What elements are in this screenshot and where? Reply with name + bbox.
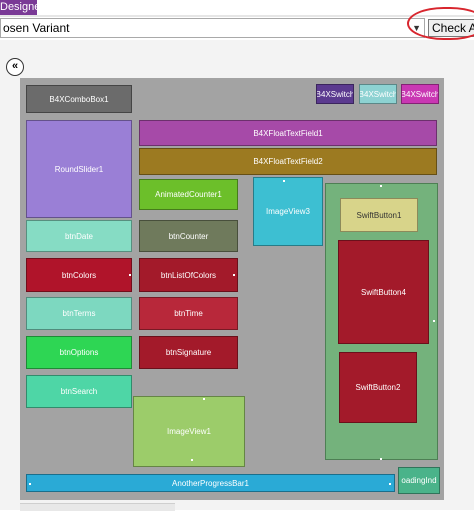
view-label: B4XComboBox1 <box>49 94 109 104</box>
view-btnsignature[interactable]: btnSignature <box>139 336 238 369</box>
resize-handle[interactable] <box>203 398 205 400</box>
view-label: B4XFloatTextField2 <box>253 157 323 166</box>
resize-handle[interactable] <box>29 483 31 485</box>
view-label: btnColors <box>61 270 97 280</box>
view-b4xswitch-2[interactable]: B4XSwitch <box>359 84 397 104</box>
view-swiftbutton2[interactable]: SwiftButton2 <box>339 352 417 423</box>
view-label: ImageView3 <box>266 207 310 216</box>
resize-handle[interactable] <box>129 274 131 276</box>
view-btnlistofcolors[interactable]: btnListOfColors <box>139 258 238 292</box>
resize-handle[interactable] <box>283 180 285 182</box>
layout-canvas: B4XComboBox1 B4XSwitch B4XSwitch B4XSwit… <box>20 78 444 500</box>
resize-handle[interactable] <box>191 459 193 461</box>
view-label: SwiftButton2 <box>355 383 401 392</box>
view-label: btnDate <box>64 231 94 241</box>
view-label: btnTerms <box>62 309 96 318</box>
view-label: SwiftButton1 <box>356 210 402 220</box>
view-label: AnotherProgressBar1 <box>172 478 249 488</box>
view-label: SwiftButton4 <box>361 287 406 297</box>
view-swiftbutton1[interactable]: SwiftButton1 <box>340 198 418 232</box>
view-b4xcombobox1[interactable]: B4XComboBox1 <box>26 85 132 113</box>
view-b4xfloattextfield1[interactable]: B4XFloatTextField1 <box>139 120 437 146</box>
view-btncolors[interactable]: btnColors <box>26 258 132 292</box>
view-imageview3[interactable]: ImageView3 <box>253 177 323 246</box>
view-btnsearch[interactable]: btnSearch <box>26 375 132 408</box>
divider <box>0 15 474 17</box>
view-label: btnSearch <box>60 387 98 396</box>
back-icon[interactable]: « <box>6 58 24 76</box>
view-btntime[interactable]: btnTime <box>139 297 238 330</box>
highlight-annotation <box>407 7 474 40</box>
resize-handle[interactable] <box>380 458 382 460</box>
view-animatedcounter1[interactable]: AnimatedCounter1 <box>139 179 238 210</box>
view-swiftbutton4[interactable]: SwiftButton4 <box>338 240 429 344</box>
view-label: RoundSlider1 <box>54 164 104 174</box>
resize-handle[interactable] <box>433 320 435 322</box>
view-b4xswitch-1[interactable]: B4XSwitch <box>316 84 354 104</box>
view-btnterms[interactable]: btnTerms <box>26 297 132 330</box>
view-label: B4XSwitch <box>316 89 354 99</box>
view-imageview1[interactable]: ImageView1 <box>133 396 245 467</box>
resize-handle[interactable] <box>380 185 382 187</box>
view-b4xfloattextfield2[interactable]: B4XFloatTextField2 <box>139 148 437 175</box>
view-label: B4XSwitch <box>359 89 397 99</box>
view-btndate[interactable]: btnDate <box>26 220 132 252</box>
view-label: btnOptions <box>59 348 99 357</box>
designer-tab[interactable]: Designer <box>0 0 37 15</box>
variant-value: osen Variant <box>3 21 70 35</box>
view-roundslider1[interactable]: RoundSlider1 <box>26 120 132 218</box>
view-label: btnTime <box>174 309 203 318</box>
view-b4xswitch-3[interactable]: B4XSwitch <box>401 84 439 104</box>
view-label: btnListOfColors <box>160 270 217 280</box>
view-label: oadingInd <box>401 476 437 485</box>
resize-handle[interactable] <box>389 483 391 485</box>
view-loadingindicator[interactable]: oadingInd <box>398 467 440 494</box>
view-label: ImageView1 <box>167 427 211 436</box>
view-label: B4XSwitch <box>401 89 439 99</box>
variant-select[interactable]: osen Variant ▼ <box>0 18 425 38</box>
view-label: B4XFloatTextField1 <box>253 128 323 138</box>
resize-handle[interactable] <box>233 274 235 276</box>
view-btncounter[interactable]: btnCounter <box>139 220 238 252</box>
view-label: btnSignature <box>165 348 212 357</box>
view-label: btnCounter <box>168 231 209 241</box>
view-label: AnimatedCounter1 <box>155 190 222 199</box>
view-anotherprogressbar1[interactable]: AnotherProgressBar1 <box>26 474 395 492</box>
view-btnoptions[interactable]: btnOptions <box>26 336 132 369</box>
